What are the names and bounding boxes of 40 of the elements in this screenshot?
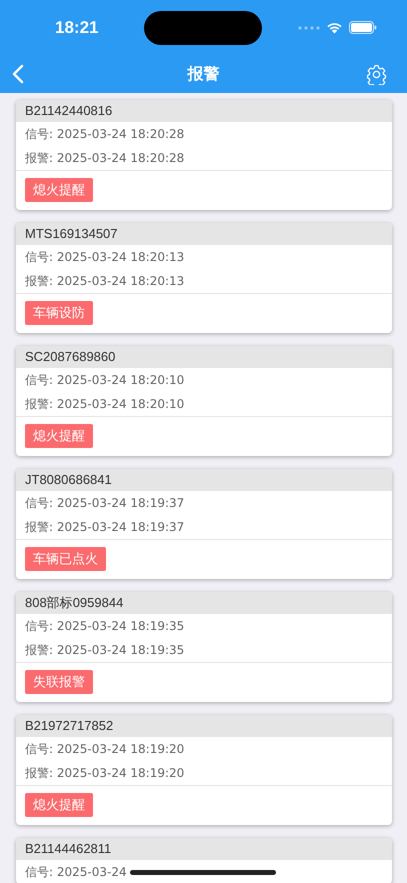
- battery-icon: [349, 21, 377, 34]
- back-icon[interactable]: [12, 64, 24, 84]
- device-id: B21972717852: [16, 715, 392, 737]
- alarm-time: 报警: 2025-03-24 18:20:28: [24, 150, 186, 167]
- alarm-type-tag: 熄火提醒: [25, 424, 93, 448]
- signal-time: 信号: 2025-03-24: [24, 864, 128, 881]
- alarm-card[interactable]: 808部标0959844 信号: 2025-03-24 18:19:35 报警: 2025-03-24 18:19:35 失联报警: [16, 592, 392, 702]
- signal-time: 信号: 2025-03-24 18:19:20: [24, 741, 186, 758]
- status-time: 18:21: [55, 18, 100, 38]
- signal-time: 信号: 2025-03-24 18:19:37: [24, 495, 186, 512]
- alarm-card[interactable]: MTS169134507 信号: 2025-03-24 18:20:13 报警: 2025-03-24 18:20:13 车辆设防: [16, 223, 392, 333]
- alarm-time: 报警: 2025-03-24 18:20:13: [24, 273, 186, 290]
- alarm-card[interactable]: JT8080686841 信号: 2025-03-24 18:19:37 报警: 2025-03-24 18:19:37 车辆已点火: [16, 469, 392, 579]
- alarm-type-tag: 失联报警: [25, 670, 93, 694]
- signal-time: 信号: 2025-03-24 18:20:13: [24, 249, 186, 266]
- alarm-time: 报警: 2025-03-24 18:19:35: [24, 642, 186, 659]
- device-id: B21144462811: [16, 838, 392, 860]
- device-id: B21142440816: [16, 100, 392, 122]
- page-title: 报警: [186, 64, 220, 84]
- alarm-time: 报警: 2025-03-24 18:19:20: [24, 765, 186, 782]
- alarm-card[interactable]: SC2087689860 信号: 2025-03-24 18:20:10 报警: 2025-03-24 18:20:10 熄火提醒: [16, 346, 392, 456]
- signal-time: 信号: 2025-03-24 18:19:35: [24, 618, 186, 635]
- alarm-card[interactable]: B21142440816 信号: 2025-03-24 18:20:28 报警: 2025-03-24 18:20:28 熄火提醒: [16, 100, 392, 210]
- alarm-card[interactable]: B21144462811 信号: 2025-03-24: [16, 838, 392, 883]
- alarm-time: 报警: 2025-03-24 18:19:37: [24, 519, 186, 536]
- alarm-type-tag: 熄火提醒: [25, 793, 93, 817]
- alarm-type-tag: 车辆已点火: [25, 547, 106, 571]
- alarm-type-tag: 熄火提醒: [25, 178, 93, 202]
- wifi-icon: [326, 21, 343, 34]
- alarm-type-tag: 车辆设防: [25, 301, 93, 325]
- signal-icon: [298, 26, 320, 30]
- alarm-time: 报警: 2025-03-24 18:20:10: [24, 396, 186, 413]
- device-id: 808部标0959844: [16, 592, 392, 614]
- settings-icon[interactable]: [366, 64, 387, 84]
- signal-time: 信号: 2025-03-24 18:20:28: [24, 126, 186, 143]
- signal-time: 信号: 2025-03-24 18:20:10: [24, 372, 186, 389]
- device-id: MTS169134507: [16, 223, 392, 245]
- alarm-card[interactable]: B21972717852 信号: 2025-03-24 18:19:20 报警: 2025-03-24 18:19:20 熄火提醒: [16, 715, 392, 825]
- device-id: SC2087689860: [16, 346, 392, 368]
- device-id: JT8080686841: [16, 469, 392, 491]
